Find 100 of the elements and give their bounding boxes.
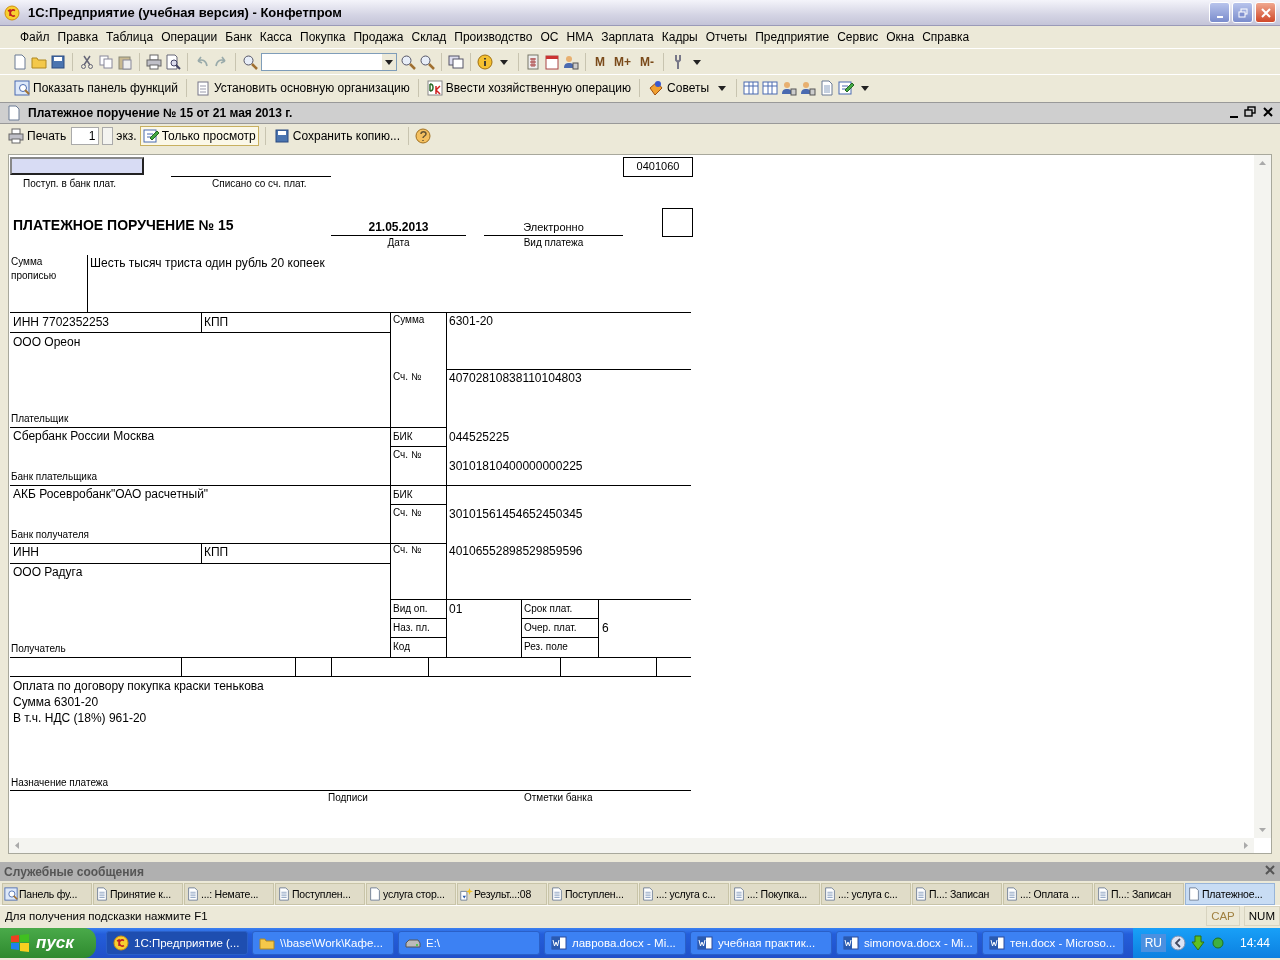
taskbar-item[interactable]: E:\ <box>398 931 540 955</box>
view-only-button[interactable]: Только просмотр <box>139 126 259 146</box>
toolbar-button[interactable]: Ввести хозяйственную операцию <box>424 78 634 97</box>
user-icon[interactable] <box>800 79 817 96</box>
menu-item[interactable]: Предприятие <box>751 30 834 44</box>
window-tab[interactable]: ...: Немате... <box>184 883 274 905</box>
menu-item[interactable]: ОС <box>536 30 563 44</box>
window-tab[interactable]: Поступлен... <box>275 883 365 905</box>
windows-icon[interactable] <box>448 53 464 70</box>
payer-bank-bik[interactable]: 044525225 <box>449 429 510 445</box>
horizontal-scrollbar[interactable] <box>9 838 1254 853</box>
window-tab[interactable]: ...: Оплата ... <box>1003 883 1093 905</box>
menu-item[interactable]: Правка <box>53 30 103 44</box>
window-tab[interactable]: Панель фу... <box>2 883 92 905</box>
payer-bank[interactable]: Сбербанк России Москва <box>13 428 155 444</box>
start-button[interactable]: пуск <box>0 928 96 958</box>
menu-item[interactable]: Зарплата <box>597 30 658 44</box>
menu-item[interactable]: Файл <box>16 30 54 44</box>
toolbar-button[interactable]: Установить основную организацию <box>192 78 412 97</box>
toolbar-button[interactable]: Показать панель функций <box>12 78 180 97</box>
taskbar-item[interactable]: лаврова.docx - Mi... <box>544 931 686 955</box>
window-tab[interactable]: Принятие к... <box>93 883 183 905</box>
scroll-up-arrow-icon[interactable] <box>1259 161 1266 165</box>
payer-kpp[interactable]: КПП <box>204 314 229 330</box>
payer-bank-account[interactable]: 30101810400000000225 <box>449 458 583 474</box>
window-tab[interactable]: П...: Записан <box>912 883 1002 905</box>
back-icon[interactable] <box>1169 935 1186 951</box>
vertical-scrollbar[interactable] <box>1254 155 1271 838</box>
close-button[interactable] <box>1255 2 1276 23</box>
menu-item[interactable]: Склад <box>407 30 451 44</box>
dot-icon[interactable] <box>1209 935 1226 951</box>
scroll-left-arrow-icon[interactable] <box>15 842 19 849</box>
user-icon[interactable] <box>563 53 579 70</box>
selected-cell[interactable] <box>10 157 144 175</box>
memory-button[interactable]: M- <box>637 54 657 69</box>
window-tab[interactable]: П...: Записан <box>1094 883 1184 905</box>
save-copy-button[interactable]: Сохранить копию... <box>271 127 402 145</box>
print-button[interactable]: Печать <box>6 127 69 145</box>
window-tab[interactable]: Результ...:08 <box>457 883 547 905</box>
window-tab[interactable]: ...: услуга с... <box>639 883 729 905</box>
menu-item[interactable]: Продажа <box>349 30 408 44</box>
menu-item[interactable]: Отчеты <box>701 30 752 44</box>
copies-field[interactable]: 1 <box>71 127 100 145</box>
window-tab[interactable]: ...: Покупка... <box>730 883 820 905</box>
menu-item[interactable]: Кадры <box>657 30 702 44</box>
menu-item[interactable]: Производство <box>450 30 537 44</box>
menu-item[interactable]: НМА <box>562 30 598 44</box>
copy-icon[interactable] <box>98 53 114 70</box>
window-tab[interactable]: Поступлен... <box>548 883 638 905</box>
clipboard-icon[interactable] <box>117 53 133 70</box>
menu-item[interactable]: Покупка <box>296 30 350 44</box>
payer-inn[interactable]: ИНН 7702352253 <box>13 314 110 330</box>
menu-item[interactable]: Сервис <box>833 30 883 44</box>
priority[interactable]: 6 <box>602 620 609 636</box>
search-icon[interactable] <box>400 53 416 70</box>
edit-icon[interactable] <box>838 79 855 96</box>
spin-button[interactable] <box>102 127 114 145</box>
info-icon[interactable] <box>477 53 493 70</box>
memory-button[interactable]: M+ <box>611 54 634 69</box>
window-tab[interactable]: услуга стор... <box>366 883 456 905</box>
menu-item[interactable]: Таблица <box>102 30 158 44</box>
payee-kpp[interactable]: КПП <box>204 544 229 560</box>
document-magnifier-icon[interactable] <box>165 53 181 70</box>
payment-type[interactable]: Электронно <box>484 221 623 235</box>
search-icon[interactable] <box>419 53 435 70</box>
taskbar-item[interactable]: 1С:Предприятие (... <box>106 931 248 955</box>
memory-button[interactable]: M <box>592 54 608 69</box>
menu-item[interactable]: Касса <box>255 30 297 44</box>
table-icon[interactable] <box>743 79 760 96</box>
menu-item[interactable]: Банк <box>221 30 256 44</box>
payee-name[interactable]: ООО Радуга <box>13 564 83 580</box>
amount-words[interactable]: Шесть тысяч триста один рубль 20 копеек <box>90 255 325 271</box>
payee-account[interactable]: 40106552898529859596 <box>449 543 583 559</box>
payment-purpose[interactable]: Оплата по договору покупка краски тенькова Сумма 6301-20 В т.ч. НДС (18%) 961-20 <box>13 678 264 726</box>
scissors-icon[interactable] <box>79 53 95 70</box>
payee-bank-account[interactable]: 30101561454652450345 <box>449 506 583 522</box>
table-icon[interactable] <box>762 79 779 96</box>
taskbar-item[interactable]: учебная практик... <box>690 931 832 955</box>
search-icon[interactable] <box>242 53 258 70</box>
date[interactable]: 21.05.2013 <box>331 219 466 235</box>
window-tab[interactable]: Платежное... <box>1185 883 1275 905</box>
menu-item[interactable]: Справка <box>918 30 974 44</box>
toolbar-button[interactable]: Советы <box>646 78 712 97</box>
window-tab[interactable]: ...: услуга с... <box>821 883 911 905</box>
printer-icon[interactable] <box>146 53 162 70</box>
taskbar-item[interactable]: тен.docx - Microso... <box>982 931 1124 955</box>
payee-inn[interactable]: ИНН <box>13 544 39 560</box>
taskbar-item[interactable]: \\base\Work\Кафе... <box>252 931 394 955</box>
search-field[interactable] <box>261 52 397 71</box>
help-icon[interactable] <box>415 128 431 144</box>
scroll-down-arrow-icon[interactable] <box>1259 828 1266 832</box>
menu-item[interactable]: Операции <box>157 30 222 44</box>
user-icon[interactable] <box>781 79 798 96</box>
scroll-right-arrow-icon[interactable] <box>1244 842 1248 849</box>
menu-item[interactable]: Окна <box>882 30 919 44</box>
payer-account[interactable]: 40702810838110104803 <box>449 370 582 386</box>
payee-bank[interactable]: АКБ Росевробанк"ОАО расчетный" <box>13 486 209 502</box>
amount[interactable]: 6301-20 <box>449 313 494 329</box>
op-type[interactable]: 01 <box>449 601 463 617</box>
payer-name[interactable]: ООО Ореон <box>13 334 81 350</box>
